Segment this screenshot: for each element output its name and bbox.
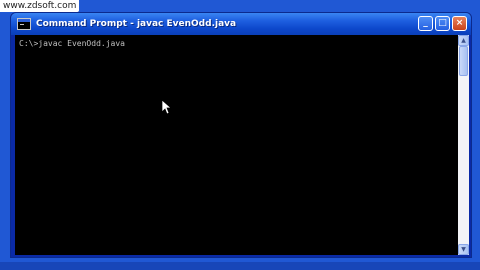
close-button[interactable]: × [452,16,467,31]
window-controls: _ □ × [418,16,467,31]
console-line: C:\>javac EvenOdd.java [19,39,125,48]
watermark-label: www.zdsoft.com [0,0,80,12]
scroll-thumb[interactable] [459,46,468,76]
command-prompt-window[interactable]: Command Prompt - javac EvenOdd.java _ □ … [10,12,472,258]
desktop: www.zdsoft.com Command Prompt - javac Ev… [0,0,480,270]
taskbar-edge [0,262,480,270]
vertical-scrollbar[interactable]: ▲ ▼ [458,35,469,255]
console-output[interactable]: C:\>javac EvenOdd.java [15,35,458,255]
mouse-pointer-icon [162,100,172,115]
maximize-button[interactable]: □ [435,16,450,31]
minimize-button[interactable]: _ [418,16,433,31]
scroll-down-button[interactable]: ▼ [458,244,469,255]
scroll-up-button[interactable]: ▲ [458,35,469,46]
window-title: Command Prompt - javac EvenOdd.java [36,19,237,29]
cmd-icon[interactable] [17,18,31,30]
title-bar[interactable]: Command Prompt - javac EvenOdd.java _ □ … [11,13,471,35]
